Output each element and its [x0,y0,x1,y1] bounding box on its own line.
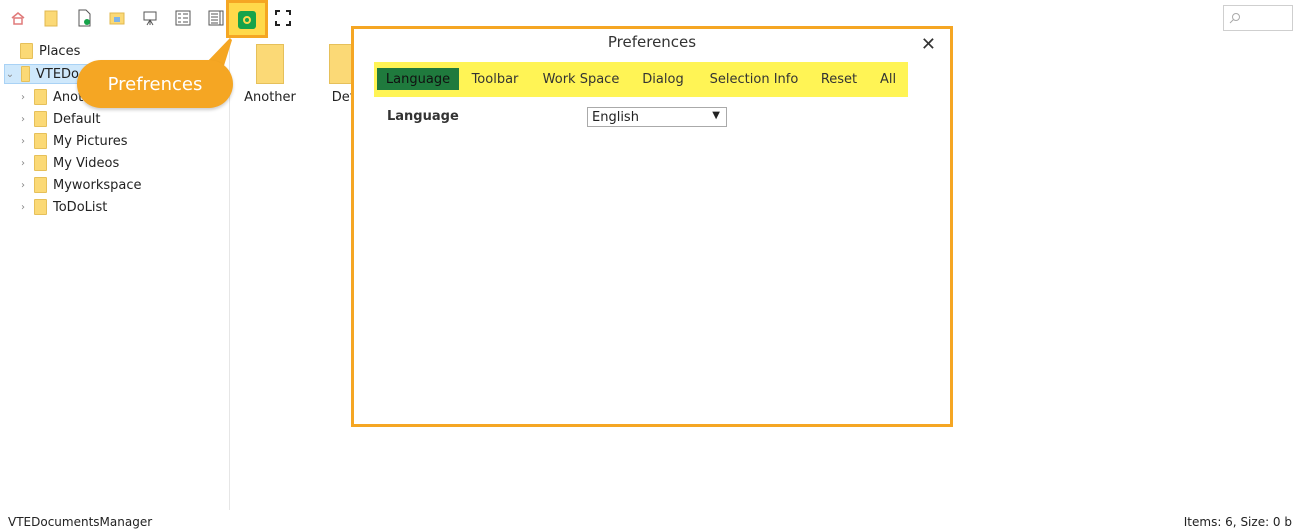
folder-icon [256,44,284,84]
chevron-right-icon[interactable]: › [18,158,28,169]
tree-item-label: ToDoList [53,199,108,215]
tab-toolbar[interactable]: Toolbar [466,68,524,90]
search-box[interactable] [1223,5,1293,31]
tree-item[interactable]: › Myworkspace [18,175,142,195]
dropdown-arrow-icon: ▼ [712,110,720,121]
tree-item[interactable]: › ToDoList [18,197,107,217]
chevron-right-icon[interactable]: › [18,136,28,147]
preferences-dialog: Preferences ✕ Language Toolbar Work Spac… [351,26,953,427]
folder-icon [34,155,47,171]
language-select[interactable]: English ▼ [587,107,727,127]
folder-icon [34,199,47,215]
chevron-right-icon[interactable]: › [18,180,28,191]
folder-icon [34,133,47,149]
language-select-value: English [592,109,639,125]
tab-selection-info[interactable]: Selection Info [702,68,806,90]
tree-item[interactable]: › My Videos [18,153,119,173]
tab-all[interactable]: All [874,68,902,90]
tree-item-label: Myworkspace [53,177,142,193]
tree-item-label: My Pictures [53,133,128,149]
dialog-title: Preferences [607,33,697,51]
tree-item[interactable]: › My Pictures [18,131,128,151]
status-app-name: VTEDocumentsManager [8,515,153,529]
folder-icon [34,177,47,193]
chevron-right-icon[interactable]: › [18,202,28,213]
search-icon [1229,13,1240,24]
tree-item-label: My Videos [53,155,120,171]
fullscreen-icon[interactable] [273,8,293,28]
tab-dialog[interactable]: Dialog [637,68,689,90]
callout-label: Prefrences [107,73,203,95]
search-input[interactable] [1244,8,1292,30]
callout-bubble: Prefrences [77,60,233,108]
tab-work-space[interactable]: Work Space [537,68,625,90]
tab-language[interactable]: Language [377,68,459,90]
tab-reset[interactable]: Reset [816,68,862,90]
language-label: Language [387,109,459,124]
status-summary: Items: 6, Size: 0 b [1183,515,1292,529]
close-icon[interactable]: ✕ [921,34,936,55]
preferences-tabs: Language Toolbar Work Space Dialog Selec… [374,62,908,97]
